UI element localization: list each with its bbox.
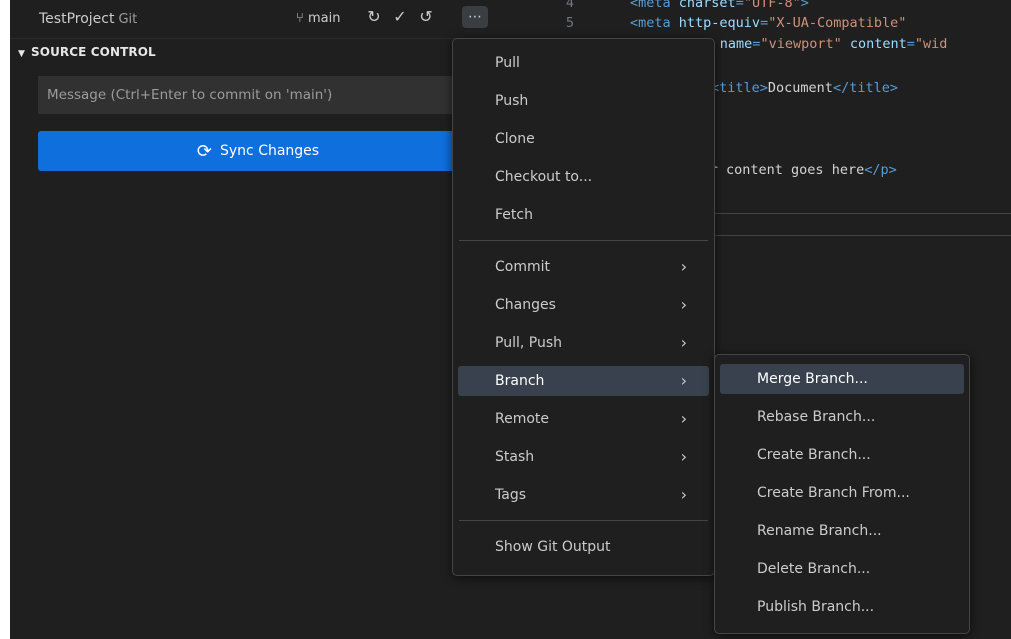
repo-type: Git	[118, 12, 138, 27]
menu-item-label: Merge Branch...	[757, 371, 868, 387]
branch-name: main	[307, 11, 341, 26]
sync-icon: ⟳	[196, 140, 212, 162]
undo-icon[interactable]: ↺	[415, 6, 437, 28]
menu-item-label: Pull	[495, 55, 520, 71]
menu-item-clone[interactable]: Clone	[458, 124, 709, 154]
menu-item-label: Delete Branch...	[757, 561, 871, 577]
menu-item-show-git-output[interactable]: Show Git Output	[458, 532, 709, 562]
menu-item-tags[interactable]: Tags ›	[458, 480, 709, 510]
menu-item-label: Remote	[495, 411, 550, 427]
menu-item-stash[interactable]: Stash ›	[458, 442, 709, 472]
submenu-item-delete-branch[interactable]: Delete Branch...	[720, 554, 964, 584]
chevron-right-icon: ›	[680, 333, 687, 352]
chevron-down-icon: ▼	[18, 49, 26, 59]
repository-title[interactable]: TestProject Git	[39, 11, 137, 27]
editor-divider	[710, 235, 1011, 236]
code-line: <title>Document</title>	[711, 80, 898, 96]
project-name: TestProject	[39, 11, 115, 27]
line-number: 4	[565, 0, 574, 11]
menu-item-label: Push	[495, 93, 529, 109]
menu-item-label: Publish Branch...	[757, 599, 875, 615]
commit-message-input[interactable]	[38, 76, 478, 114]
menu-item-label: Create Branch From...	[757, 485, 910, 501]
menu-item-remote[interactable]: Remote ›	[458, 404, 709, 434]
submenu-item-rename-branch[interactable]: Rename Branch...	[720, 516, 964, 546]
menu-item-commit[interactable]: Commit ›	[458, 252, 709, 282]
vscode-window: TestProject Git ⑂ main ↻ ✓ ↺ ⋯ ▼ SOURCE CO…	[0, 0, 1011, 639]
submenu-item-publish-branch[interactable]: Publish Branch...	[720, 592, 964, 622]
menu-item-label: Clone	[495, 131, 535, 147]
menu-item-label: Stash	[495, 449, 535, 465]
submenu-item-rebase-branch[interactable]: Rebase Branch...	[720, 402, 964, 432]
menu-item-changes[interactable]: Changes ›	[458, 290, 709, 320]
chevron-right-icon: ›	[680, 295, 687, 314]
submenu-item-create-branch-from[interactable]: Create Branch From...	[720, 478, 964, 508]
menu-item-branch[interactable]: Branch ›	[458, 366, 709, 396]
chevron-right-icon: ›	[680, 447, 687, 466]
editor-divider	[710, 213, 1011, 214]
menu-item-push[interactable]: Push	[458, 86, 709, 116]
menu-item-label: Create Branch...	[757, 447, 871, 463]
line-number: 5	[565, 15, 574, 31]
submenu-item-create-branch[interactable]: Create Branch...	[720, 440, 964, 470]
chevron-right-icon: ›	[680, 257, 687, 276]
chevron-right-icon: ›	[680, 485, 687, 504]
menu-item-label: Tags	[495, 487, 526, 503]
menu-item-label: Rename Branch...	[757, 523, 882, 539]
menu-item-pull-push[interactable]: Pull, Push ›	[458, 328, 709, 358]
submenu-item-merge-branch[interactable]: Merge Branch...	[720, 364, 964, 394]
menu-item-label: Fetch	[495, 207, 533, 223]
git-more-actions-menu: Pull Push Clone Checkout to... Fetch Commit › C…	[452, 38, 715, 576]
menu-item-label: Branch	[495, 373, 545, 389]
chevron-right-icon: ›	[680, 409, 687, 428]
branch-indicator[interactable]: ⑂ main	[296, 11, 340, 26]
sync-label: Sync Changes	[220, 143, 320, 159]
ellipsis-icon[interactable]: ⋯	[462, 6, 488, 28]
source-control-panel: TestProject Git ⑂ main ↻ ✓ ↺ ⋯ ▼ SOURCE CO…	[10, 0, 510, 639]
menu-item-label: Pull, Push	[495, 335, 562, 351]
refresh-icon[interactable]: ↻	[363, 6, 385, 28]
branch-submenu: Merge Branch... Rebase Branch... Create Br…	[714, 354, 970, 634]
git-branch-icon: ⑂	[296, 11, 304, 26]
menu-item-fetch[interactable]: Fetch	[458, 200, 709, 230]
menu-item-label: Show Git Output	[495, 539, 611, 555]
menu-separator	[459, 520, 708, 521]
section-title: SOURCE CONTROL	[31, 45, 156, 59]
scm-header: TestProject Git ⑂ main ↻ ✓ ↺ ⋯	[10, 0, 510, 39]
menu-item-checkout-to[interactable]: Checkout to...	[458, 162, 709, 192]
source-control-section-header[interactable]: ▼ SOURCE CONTROL	[18, 45, 156, 59]
menu-item-label: Commit	[495, 259, 550, 275]
menu-item-label: Changes	[495, 297, 556, 313]
menu-item-label: Checkout to...	[495, 169, 593, 185]
menu-separator	[459, 240, 708, 241]
code-line: <meta http-equiv="X-UA-Compatible"	[630, 15, 907, 31]
checkmark-icon[interactable]: ✓	[389, 6, 411, 28]
menu-item-pull[interactable]: Pull	[458, 48, 709, 78]
chevron-right-icon: ›	[680, 371, 687, 390]
code-line: <meta charset="UTF-8">	[630, 0, 809, 11]
sync-changes-button[interactable]: ⟳ Sync Changes	[38, 131, 478, 171]
menu-item-label: Rebase Branch...	[757, 409, 876, 425]
